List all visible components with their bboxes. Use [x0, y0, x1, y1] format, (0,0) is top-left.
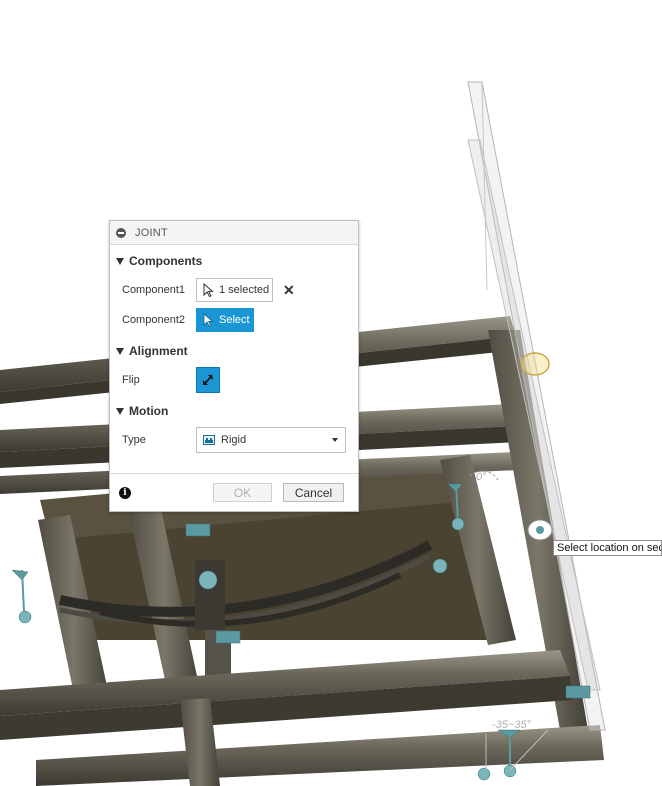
section-components-label: Components [129, 254, 203, 268]
rigid-joint-icon [203, 435, 215, 445]
ok-button[interactable]: OK [213, 483, 272, 502]
cursor-arrow-icon [203, 313, 214, 327]
selection-tooltip: Select location on seco [553, 540, 662, 556]
dialog-title: JOINT [135, 226, 168, 239]
section-components[interactable]: Components [110, 247, 358, 275]
chevron-down-icon [332, 438, 338, 442]
type-label: Type [122, 434, 146, 446]
info-icon[interactable]: i [119, 486, 131, 499]
flip-row: Flip [110, 365, 358, 395]
cursor-arrow-icon [203, 283, 214, 297]
triangle-down-icon [116, 407, 124, 415]
angle-label-top: 0° [476, 471, 487, 483]
component1-label: Component1 [122, 284, 185, 296]
section-motion[interactable]: Motion [110, 397, 358, 425]
component2-value: Select [219, 314, 250, 326]
joint-dialog: JOINT Components Component1 1 selected ✕… [109, 220, 359, 512]
component2-selector[interactable]: Select [196, 308, 254, 332]
flip-button[interactable] [196, 367, 220, 393]
section-alignment[interactable]: Alignment [110, 337, 358, 365]
cancel-button[interactable]: Cancel [283, 483, 344, 502]
section-alignment-label: Alignment [129, 344, 188, 358]
dialog-footer: i OK Cancel [110, 473, 358, 511]
close-x-icon[interactable]: ✕ [283, 282, 295, 299]
motion-type-value: Rigid [221, 434, 247, 446]
angle-label-bottom: -35~35° [492, 719, 532, 731]
component2-label: Component2 [122, 314, 185, 326]
triangle-down-icon [116, 257, 124, 265]
type-row: Type Rigid [110, 425, 358, 455]
joint-dialog-header[interactable]: JOINT [110, 221, 358, 245]
flip-label: Flip [122, 374, 140, 386]
flip-arrows-icon [203, 375, 213, 385]
minus-circle-icon[interactable] [116, 227, 126, 238]
component1-row: Component1 1 selected ✕ [110, 275, 358, 305]
triangle-down-icon [116, 347, 124, 355]
motion-type-dropdown[interactable]: Rigid [196, 427, 346, 453]
component2-row: Component2 Select [110, 305, 358, 335]
component1-selector[interactable]: 1 selected [196, 278, 273, 302]
section-motion-label: Motion [129, 404, 169, 418]
component1-value: 1 selected [219, 284, 270, 296]
